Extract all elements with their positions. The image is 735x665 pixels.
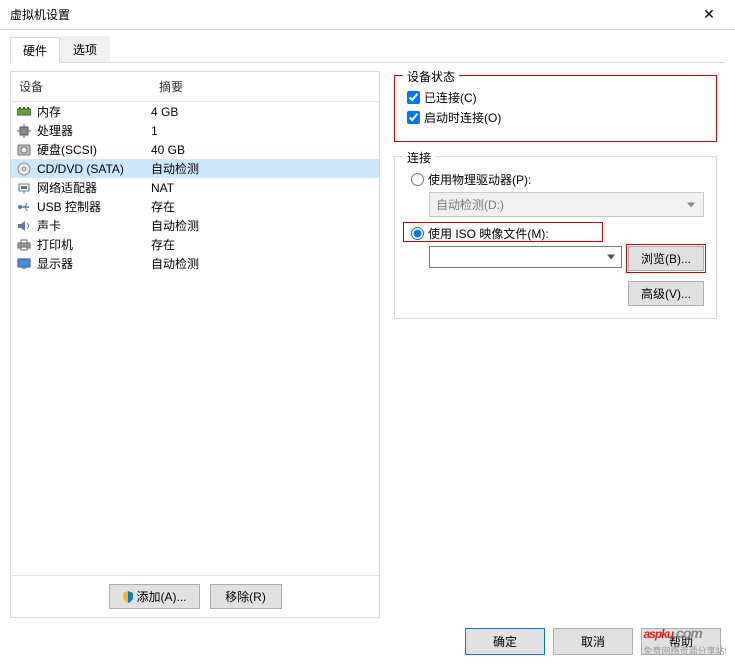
device-summary: 自动检测 bbox=[151, 217, 375, 234]
iso-path-combo[interactable] bbox=[429, 246, 622, 268]
list-item[interactable]: 声卡自动检测 bbox=[11, 216, 379, 235]
sound-icon bbox=[15, 220, 33, 232]
printer-icon bbox=[15, 239, 33, 251]
settings-panel: 设备状态 已连接(C) 启动时连接(O) 连接 使用物理驱动器(P): 自动检测… bbox=[390, 71, 725, 618]
memory-icon bbox=[15, 107, 33, 117]
device-summary: 存在 bbox=[151, 198, 375, 215]
connection-legend: 连接 bbox=[403, 149, 435, 166]
device-summary: 1 bbox=[151, 124, 375, 138]
status-legend: 设备状态 bbox=[403, 68, 459, 85]
use-physical-label: 使用物理驱动器(P): bbox=[428, 171, 531, 188]
close-button[interactable]: ✕ bbox=[689, 6, 729, 23]
list-item[interactable]: 显示器自动检测 bbox=[11, 254, 379, 273]
tabs: 硬件 选项 bbox=[10, 36, 725, 63]
physical-drive-select: 自动检测(D:) bbox=[429, 192, 704, 217]
device-list-header: 设备 摘要 bbox=[11, 72, 379, 102]
header-summary: 摘要 bbox=[151, 72, 379, 101]
device-summary: 4 GB bbox=[151, 105, 375, 119]
window-title: 虚拟机设置 bbox=[6, 6, 689, 23]
list-item[interactable]: 处理器1 bbox=[11, 121, 379, 140]
list-item[interactable]: USB 控制器存在 bbox=[11, 197, 379, 216]
connect-at-power-checkbox[interactable] bbox=[407, 111, 420, 124]
list-item[interactable]: 打印机存在 bbox=[11, 235, 379, 254]
cd-icon bbox=[15, 162, 33, 176]
use-physical-radio[interactable] bbox=[411, 173, 424, 186]
device-name: 显示器 bbox=[37, 255, 151, 272]
device-name: 网络适配器 bbox=[37, 179, 151, 196]
device-name: 处理器 bbox=[37, 122, 151, 139]
connection-group: 连接 使用物理驱动器(P): 自动检测(D:) 使用 ISO 映像文件(M): … bbox=[394, 156, 717, 319]
add-button[interactable]: 添加(A)... bbox=[109, 584, 200, 609]
remove-button[interactable]: 移除(R) bbox=[210, 584, 282, 609]
device-name: 硬盘(SCSI) bbox=[37, 141, 151, 158]
device-list[interactable]: 内存4 GB处理器1硬盘(SCSI)40 GBCD/DVD (SATA)自动检测… bbox=[11, 102, 379, 575]
tab-options[interactable]: 选项 bbox=[60, 36, 110, 62]
connected-checkbox[interactable] bbox=[407, 91, 420, 104]
use-iso-label: 使用 ISO 映像文件(M): bbox=[428, 225, 549, 242]
device-list-panel: 设备 摘要 内存4 GB处理器1硬盘(SCSI)40 GBCD/DVD (SAT… bbox=[10, 71, 380, 618]
cpu-icon bbox=[15, 124, 33, 138]
cancel-button[interactable]: 取消 bbox=[553, 628, 633, 655]
device-summary: 40 GB bbox=[151, 143, 375, 157]
disk-icon bbox=[15, 144, 33, 156]
ok-button[interactable]: 确定 bbox=[465, 628, 545, 655]
display-icon bbox=[15, 258, 33, 270]
device-name: CD/DVD (SATA) bbox=[37, 162, 151, 176]
use-iso-radio[interactable] bbox=[411, 227, 424, 240]
device-name: 打印机 bbox=[37, 236, 151, 253]
device-name: 声卡 bbox=[37, 217, 151, 234]
watermark: aspku.com 免费网络资源分享站! bbox=[643, 618, 727, 657]
list-item[interactable]: 内存4 GB bbox=[11, 102, 379, 121]
list-item[interactable]: 硬盘(SCSI)40 GB bbox=[11, 140, 379, 159]
list-item[interactable]: 网络适配器NAT bbox=[11, 178, 379, 197]
header-device: 设备 bbox=[11, 72, 151, 101]
net-icon bbox=[15, 182, 33, 194]
connect-at-power-label: 启动时连接(O) bbox=[424, 109, 501, 126]
device-summary: NAT bbox=[151, 181, 375, 195]
device-summary: 自动检测 bbox=[151, 255, 375, 272]
device-summary: 存在 bbox=[151, 236, 375, 253]
device-name: 内存 bbox=[37, 103, 151, 120]
titlebar: 虚拟机设置 ✕ bbox=[0, 0, 735, 30]
shield-icon bbox=[122, 591, 134, 603]
tab-hardware[interactable]: 硬件 bbox=[10, 37, 60, 63]
connected-label: 已连接(C) bbox=[424, 89, 477, 106]
add-button-label: 添加(A)... bbox=[137, 588, 187, 605]
list-item[interactable]: CD/DVD (SATA)自动检测 bbox=[11, 159, 379, 178]
advanced-button[interactable]: 高级(V)... bbox=[628, 281, 704, 306]
device-status-group: 设备状态 已连接(C) 启动时连接(O) bbox=[394, 75, 717, 142]
browse-button[interactable]: 浏览(B)... bbox=[628, 246, 704, 271]
usb-icon bbox=[15, 201, 33, 213]
device-summary: 自动检测 bbox=[151, 160, 375, 177]
dialog-footer: 确定 取消 帮助 bbox=[10, 618, 725, 655]
device-name: USB 控制器 bbox=[37, 198, 151, 215]
